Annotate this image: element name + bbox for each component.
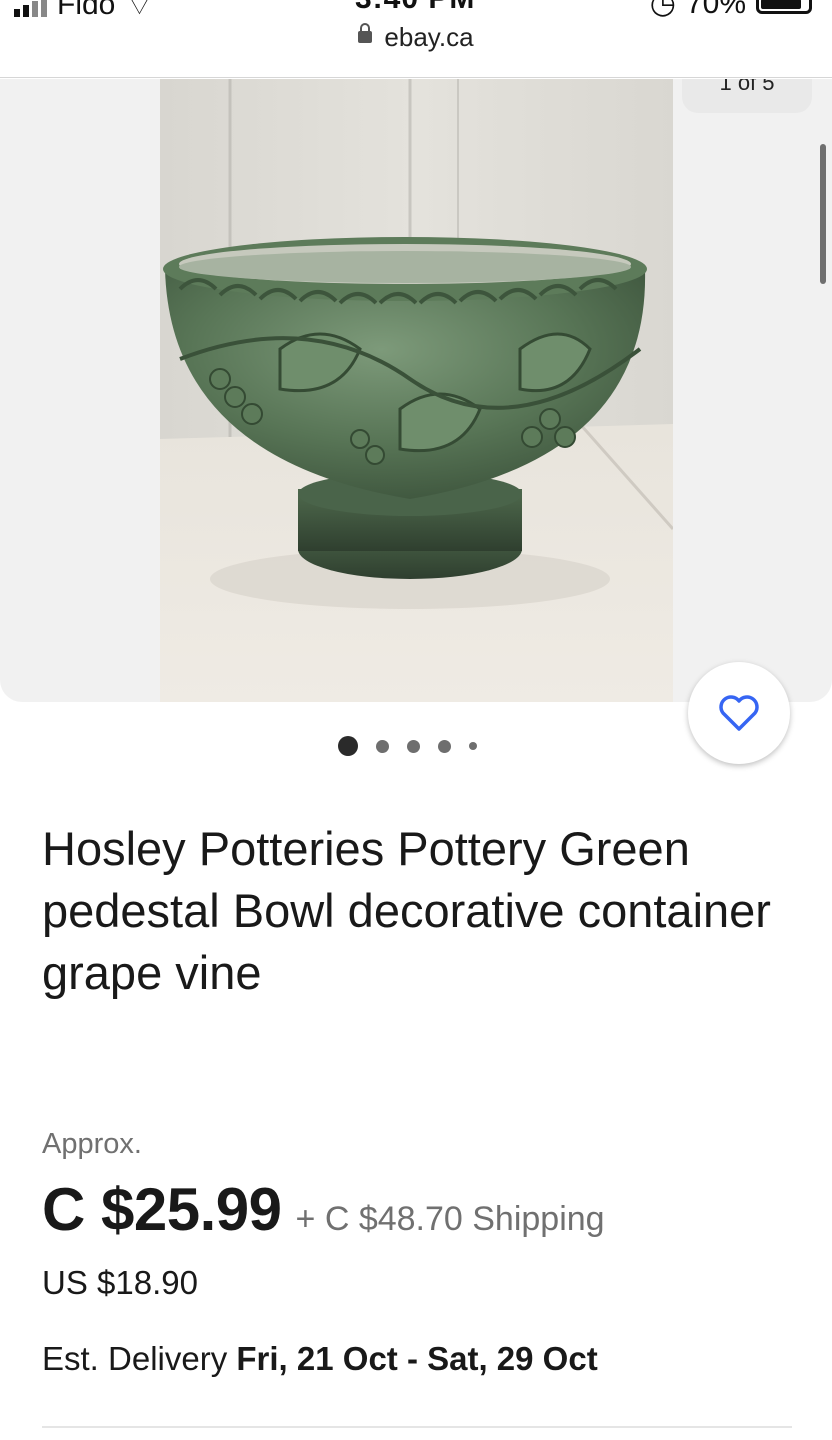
signal-icon bbox=[14, 0, 47, 17]
delivery-label: Est. Delivery bbox=[42, 1340, 228, 1377]
usd-price: US $18.90 bbox=[42, 1264, 198, 1301]
wifi-icon: ⌔ bbox=[125, 0, 154, 22]
page-dot-5[interactable] bbox=[469, 742, 477, 750]
pottery-bowl-photo bbox=[160, 79, 673, 702]
page-dot-4[interactable] bbox=[438, 739, 451, 753]
price: C $25.99 bbox=[42, 1176, 282, 1243]
battery-percent: 70% bbox=[685, 0, 746, 20]
browser-top-bar: Fido ⌔ 3:40 PM ◷ 70% ebay.ca bbox=[0, 0, 832, 78]
price-row: C $25.99 + C $48.70 Shipping bbox=[42, 1175, 605, 1244]
section-divider bbox=[42, 1426, 792, 1428]
carrier-label: Fido bbox=[57, 0, 116, 21]
page-dot-1[interactable] bbox=[338, 736, 358, 756]
url-text: ebay.ca bbox=[384, 22, 474, 52]
status-carrier: Fido ⌔ bbox=[14, 0, 154, 24]
delivery-dates: Fri, 21 Oct - Sat, 29 Oct bbox=[236, 1340, 598, 1377]
watch-button[interactable] bbox=[688, 662, 790, 764]
page-dot-3[interactable] bbox=[407, 739, 420, 753]
status-right: ◷ 70% bbox=[650, 0, 812, 21]
image-gallery[interactable]: 1 of 5 bbox=[0, 79, 832, 702]
page-dot-2[interactable] bbox=[376, 739, 389, 753]
approx-label: Approx. bbox=[42, 1128, 142, 1160]
estimated-delivery: Est. Delivery Fri, 21 Oct - Sat, 29 Oct bbox=[42, 1340, 598, 1378]
alarm-icon: ◷ bbox=[649, 0, 676, 20]
status-time: 3:40 PM bbox=[355, 0, 475, 16]
battery-icon bbox=[756, 0, 812, 14]
shipping-cost: + C $48.70 Shipping bbox=[295, 1200, 605, 1238]
listing-title: Hosley Potteries Pottery Green pedestal … bbox=[42, 822, 771, 999]
product-photo[interactable] bbox=[160, 79, 673, 702]
scrollbar[interactable] bbox=[820, 144, 826, 284]
image-counter: 1 of 5 bbox=[682, 79, 812, 113]
gallery-pagination[interactable] bbox=[338, 736, 477, 756]
lock-icon bbox=[358, 23, 373, 44]
address-bar[interactable]: ebay.ca bbox=[0, 22, 832, 53]
heart-icon bbox=[719, 695, 759, 731]
